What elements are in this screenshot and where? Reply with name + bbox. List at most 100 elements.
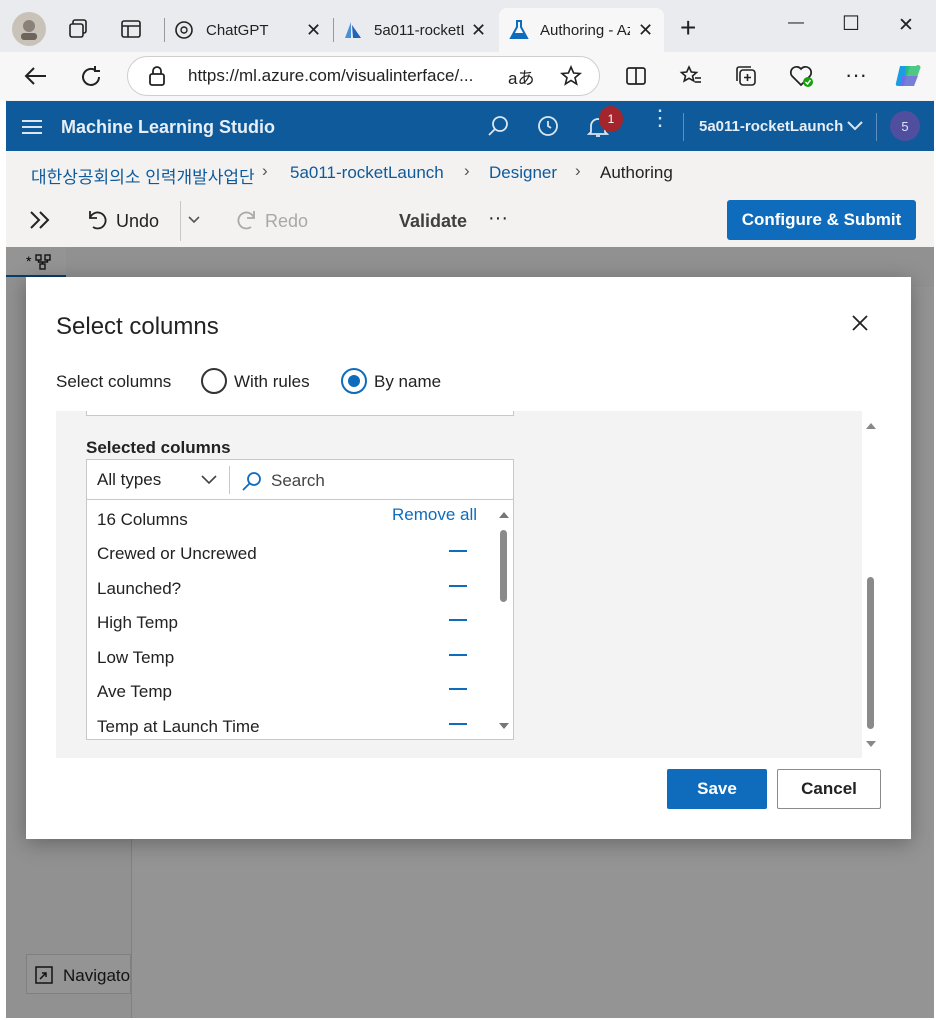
- panel-scroll-thumb[interactable]: [867, 577, 874, 729]
- redo-icon: [237, 211, 255, 230]
- list-item: Launched?: [97, 579, 182, 598]
- scroll-down-icon[interactable]: [498, 722, 510, 731]
- radio-with-rules[interactable]: [201, 368, 227, 394]
- read-aloud-icon[interactable]: aあ: [508, 64, 534, 89]
- lock-icon: [149, 66, 165, 86]
- browser-essentials-icon[interactable]: [788, 63, 816, 89]
- chatgpt-icon: [175, 21, 193, 39]
- column-search-input[interactable]: Search: [271, 471, 325, 491]
- radio-by-name-label[interactable]: By name: [374, 372, 441, 392]
- expand-panel-icon[interactable]: [28, 209, 52, 231]
- tab-rocketlaunch[interactable]: 5a011-rocketLa ✕: [337, 8, 497, 52]
- list-item: Crewed or Uncrewed: [97, 544, 257, 563]
- tab-label: Authoring - Az: [540, 21, 630, 39]
- workspaces-icon[interactable]: [66, 17, 90, 41]
- tab-close-icon[interactable]: ✕: [306, 20, 321, 41]
- notification-badge: 1: [599, 106, 623, 132]
- list-scroll-thumb[interactable]: [500, 530, 507, 602]
- remove-column-icon[interactable]: [449, 550, 467, 552]
- search-icon: [242, 472, 261, 491]
- favorite-star-icon[interactable]: [560, 65, 582, 87]
- list-item: Temp at Launch Time: [97, 717, 260, 736]
- validate-button[interactable]: Validate: [399, 211, 467, 232]
- split-screen-icon[interactable]: [623, 64, 649, 88]
- remove-column-icon[interactable]: [449, 619, 467, 621]
- new-tab-button[interactable]: +: [680, 12, 696, 44]
- remove-all-link[interactable]: Remove all: [392, 505, 477, 525]
- tab-close-icon[interactable]: ✕: [471, 20, 486, 41]
- breadcrumb-separator-icon: ›: [262, 161, 268, 180]
- collections-icon[interactable]: [733, 63, 759, 89]
- search-icon[interactable]: [486, 114, 510, 138]
- breadcrumb-separator-icon: ›: [464, 161, 470, 180]
- remove-column-icon[interactable]: [449, 585, 467, 587]
- breadcrumb-org[interactable]: 대한상공회의소 인력개발사업단: [31, 163, 255, 188]
- select-columns-dialog: Select columns Select columns With rules…: [26, 277, 911, 839]
- remove-column-icon[interactable]: [449, 688, 467, 690]
- list-filter-bar: All types Search: [87, 460, 513, 500]
- url-text: https://ml.azure.com/visualinterface/...: [188, 66, 474, 85]
- undo-button[interactable]: Undo: [116, 211, 159, 232]
- radio-with-rules-label[interactable]: With rules: [234, 372, 310, 392]
- selected-columns-heading: Selected columns: [86, 438, 231, 457]
- configure-submit-button[interactable]: Configure & Submit: [727, 200, 916, 240]
- tab-chatgpt[interactable]: ChatGPT ✕: [168, 8, 328, 52]
- breadcrumb-workspace[interactable]: 5a011-rocketLaunch: [290, 163, 444, 183]
- scroll-up-icon[interactable]: [865, 421, 877, 430]
- tab-label: ChatGPT: [206, 21, 269, 39]
- profile-avatar-icon[interactable]: [12, 12, 46, 46]
- save-button[interactable]: Save: [667, 769, 767, 809]
- close-icon[interactable]: [851, 314, 869, 332]
- selected-columns-list: All types Search 16 Columns Remove all C…: [86, 459, 514, 740]
- flask-icon: [509, 20, 529, 39]
- type-filter-dropdown[interactable]: All types: [87, 460, 229, 500]
- chevron-down-icon[interactable]: [846, 119, 864, 133]
- undo-icon[interactable]: [86, 209, 108, 231]
- app-header: Machine Learning Studio 1 ⋮ 5a011-rocket…: [6, 101, 934, 151]
- dialog-title: Select columns: [56, 313, 219, 340]
- history-icon[interactable]: [536, 114, 560, 138]
- scroll-up-icon[interactable]: [498, 510, 510, 519]
- radio-by-name[interactable]: [341, 368, 367, 394]
- undo-dropdown-chevron-icon[interactable]: [188, 215, 200, 225]
- tab-actions-icon[interactable]: [119, 17, 143, 41]
- azure-icon: [345, 22, 361, 38]
- maximize-button[interactable]: ☐: [842, 11, 860, 36]
- url-field[interactable]: https://ml.azure.com/visualinterface/...…: [127, 56, 600, 96]
- breadcrumb: 대한상공회의소 인력개발사업단 › 5a011-rocketLaunch › D…: [6, 151, 934, 195]
- available-columns-list-edge: [86, 411, 514, 416]
- minimize-button[interactable]: —: [788, 14, 804, 32]
- refresh-icon[interactable]: [78, 64, 104, 90]
- close-window-button[interactable]: ✕: [898, 14, 914, 37]
- redo-button: Redo: [265, 211, 309, 231]
- panel-scrollbar[interactable]: [864, 419, 876, 759]
- favorites-icon[interactable]: [678, 63, 704, 89]
- designer-toolbar: Undo Redo Validate ··· Configure & Submi…: [6, 195, 934, 247]
- tab-close-icon[interactable]: ✕: [638, 20, 653, 41]
- copilot-icon[interactable]: [893, 61, 923, 91]
- back-icon[interactable]: [22, 64, 50, 88]
- chevron-down-icon: [201, 475, 217, 485]
- tab-label: 5a011-rocketLa: [374, 21, 464, 39]
- user-avatar[interactable]: 5: [890, 111, 920, 141]
- toolbar-more-icon[interactable]: ···: [488, 207, 508, 230]
- tab-authoring[interactable]: Authoring - Az ✕: [499, 8, 664, 52]
- list-item: Ave Temp: [97, 682, 172, 701]
- browser-tab-strip: ChatGPT ✕ 5a011-rocketLa ✕ Authoring - A…: [0, 0, 936, 52]
- settings-more-icon[interactable]: ···: [845, 62, 867, 88]
- cancel-button[interactable]: Cancel: [777, 769, 881, 809]
- list-scrollbar[interactable]: [497, 508, 511, 736]
- hamburger-menu-icon[interactable]: [22, 120, 42, 134]
- type-filter-value: All types: [97, 470, 162, 489]
- more-options-icon[interactable]: ⋮: [649, 107, 671, 129]
- breadcrumb-separator-icon: ›: [575, 161, 581, 180]
- scroll-down-icon[interactable]: [865, 740, 877, 749]
- column-count: 16 Columns: [97, 510, 188, 529]
- remove-column-icon[interactable]: [449, 654, 467, 656]
- app-title: Machine Learning Studio: [61, 117, 276, 137]
- remove-column-icon[interactable]: [449, 723, 467, 725]
- mode-label: Select columns: [56, 372, 172, 391]
- workspace-selector[interactable]: 5a011-rocketLaunch: [699, 118, 843, 135]
- breadcrumb-designer[interactable]: Designer: [489, 163, 557, 183]
- list-item: Low Temp: [97, 648, 175, 667]
